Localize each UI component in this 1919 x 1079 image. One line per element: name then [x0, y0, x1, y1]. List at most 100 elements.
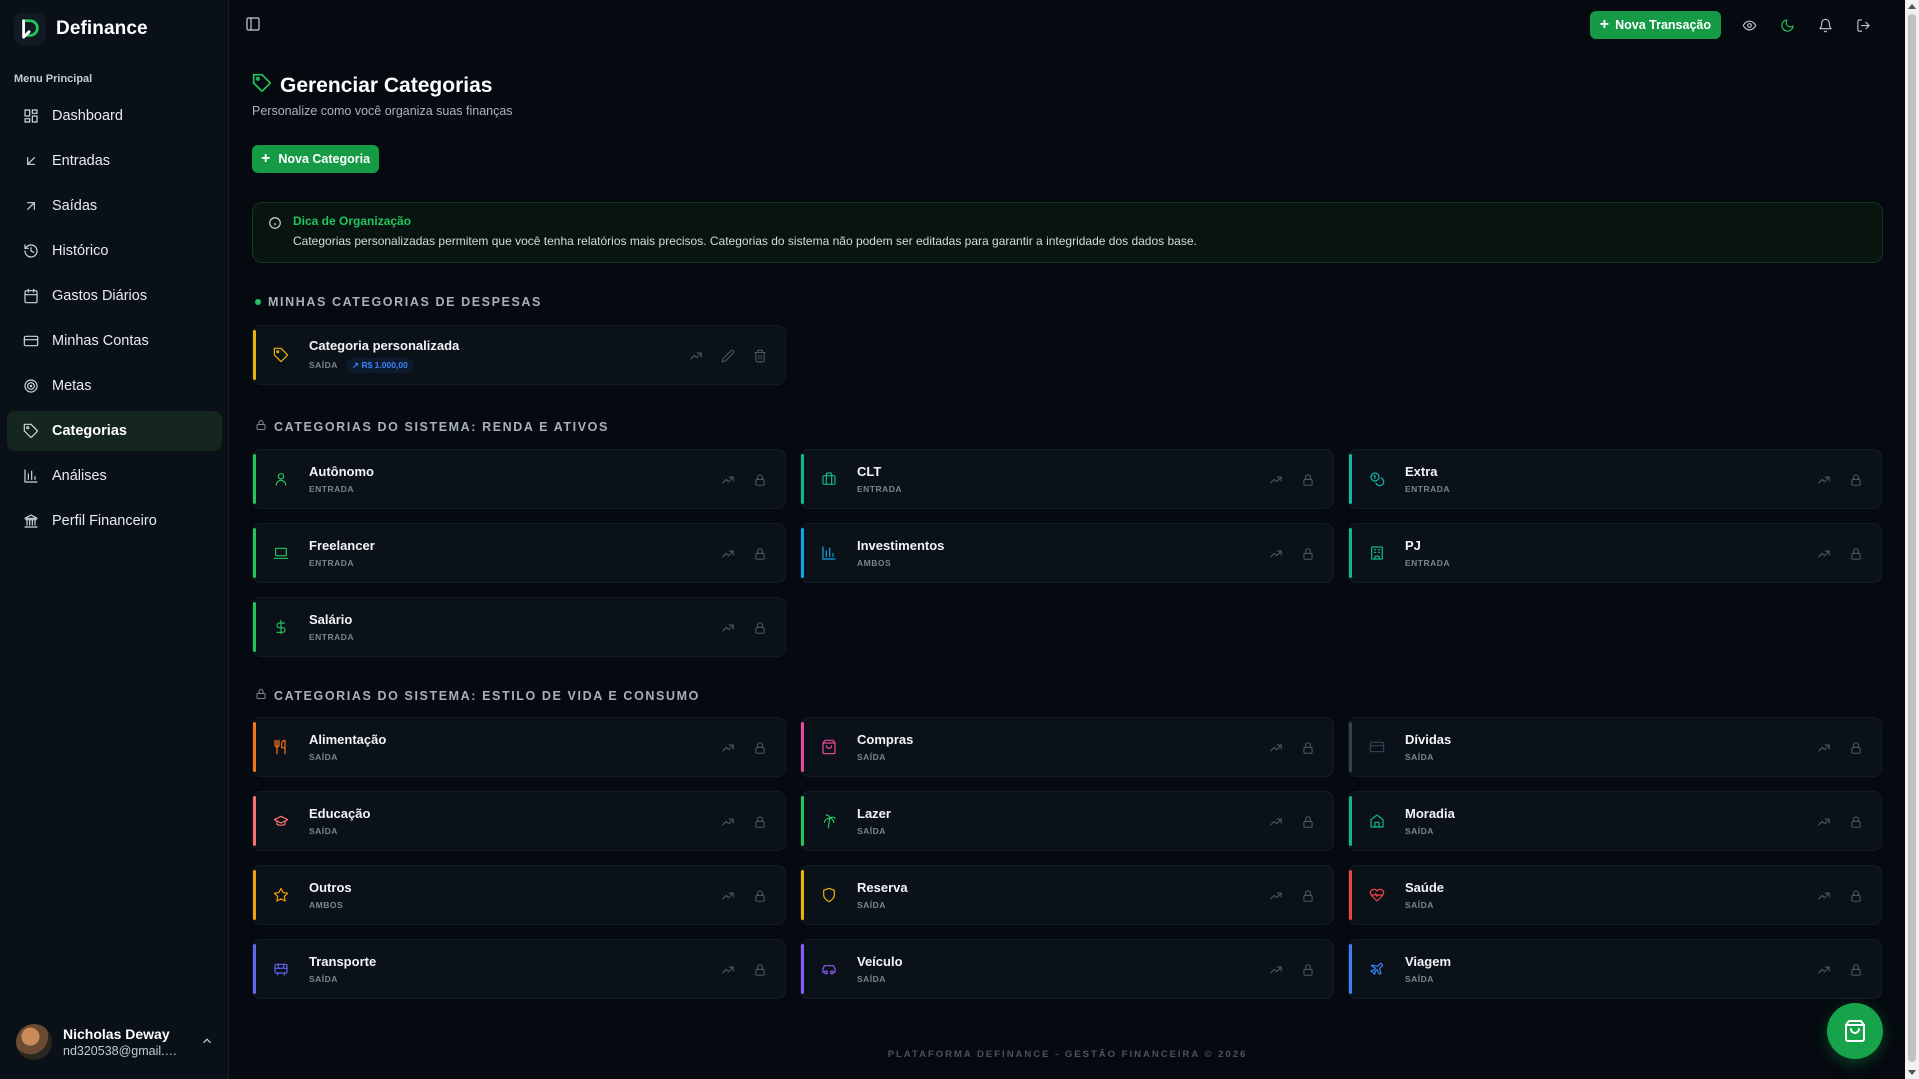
- lock-icon: [1847, 545, 1865, 563]
- category-card-extra[interactable]: Extra ENTRADA: [1348, 449, 1882, 509]
- card-actions: [1815, 961, 1865, 979]
- sidebar-item-entradas[interactable]: Entradas: [7, 141, 222, 181]
- category-card-autonomo[interactable]: Autônomo ENTRADA: [252, 449, 786, 509]
- lock-icon: [255, 688, 267, 703]
- trend-icon[interactable]: [719, 471, 737, 489]
- sidebar-item-analises[interactable]: Análises: [7, 456, 222, 496]
- sidebar-item-categorias[interactable]: Categorias: [7, 411, 222, 451]
- sidebar-item-label: Histórico: [52, 243, 109, 259]
- category-card-moradia[interactable]: Moradia SAÍDA: [1348, 791, 1882, 851]
- scrollbar[interactable]: [1905, 0, 1919, 1079]
- sidebar-item-saidas[interactable]: Saídas: [7, 186, 222, 226]
- category-card-saude[interactable]: Saúde SAÍDA: [1348, 865, 1882, 925]
- logout-icon[interactable]: [1853, 15, 1873, 35]
- trend-icon[interactable]: [719, 887, 737, 905]
- category-card-compras[interactable]: Compras SAÍDA: [800, 717, 1334, 777]
- tip-text: Categorias personalizadas permitem que v…: [293, 234, 1197, 248]
- category-name: Lazer: [857, 806, 891, 821]
- category-name: Categoria personalizada: [309, 337, 460, 353]
- sidebar-item-label: Categorias: [52, 423, 127, 439]
- category-card-dividas[interactable]: Dívidas SAÍDA: [1348, 717, 1882, 777]
- section-title: MINHAS CATEGORIAS DE DESPESAS: [268, 295, 542, 309]
- edit-icon[interactable]: [719, 347, 737, 365]
- scroll-up-icon[interactable]: [1908, 4, 1916, 9]
- sidebar-item-dashboard[interactable]: Dashboard: [7, 96, 222, 136]
- lock-icon: [1299, 887, 1317, 905]
- trend-icon[interactable]: [687, 347, 705, 365]
- category-card-transporte[interactable]: Transporte SAÍDA: [252, 939, 786, 999]
- category-type: AMBOS: [857, 558, 892, 568]
- category-card-freelancer[interactable]: Freelancer ENTRADA: [252, 523, 786, 583]
- card-actions: [1815, 545, 1865, 563]
- sidebar-toggle-icon[interactable]: [245, 16, 263, 34]
- card-actions: [1815, 887, 1865, 905]
- trash-icon[interactable]: [751, 347, 769, 365]
- category-card-veiculo[interactable]: Veículo SAÍDA: [800, 939, 1334, 999]
- section-lifestyle-heading: CATEGORIAS DO SISTEMA: ESTILO DE VIDA E …: [255, 688, 700, 703]
- category-name: Reserva: [857, 880, 908, 895]
- topbar-actions: + Nova Transação: [1589, 11, 1873, 39]
- category-card-salario[interactable]: Salário ENTRADA: [252, 597, 786, 657]
- card-actions: [719, 961, 769, 979]
- arrow-down-left-icon: [22, 152, 40, 170]
- trend-icon[interactable]: [1267, 813, 1285, 831]
- category-card-categoria-personalizada[interactable]: Categoria personalizada SAÍDA ↗ R$ 1.000…: [252, 325, 786, 385]
- category-card-reserva[interactable]: Reserva SAÍDA: [800, 865, 1334, 925]
- trend-icon[interactable]: [719, 619, 737, 637]
- card-actions: [687, 347, 769, 365]
- new-transaction-button[interactable]: + Nova Transação: [1589, 11, 1721, 39]
- sidebar-item-gastos-diarios[interactable]: Gastos Diários: [7, 276, 222, 316]
- lock-icon: [751, 961, 769, 979]
- shopping-bag-fab[interactable]: [1827, 1003, 1883, 1059]
- trend-icon[interactable]: [1815, 739, 1833, 757]
- category-type: SAÍDA: [1405, 752, 1434, 762]
- category-card-clt[interactable]: CLT ENTRADA: [800, 449, 1334, 509]
- brand[interactable]: Definance: [14, 12, 148, 46]
- trend-icon[interactable]: [1267, 545, 1285, 563]
- tag-icon: [252, 73, 272, 98]
- scroll-down-icon[interactable]: [1908, 1070, 1916, 1075]
- category-name: CLT: [857, 464, 882, 479]
- heart-pulse-icon: [1368, 886, 1386, 904]
- new-category-button[interactable]: + Nova Categoria: [252, 145, 380, 173]
- budget-value: R$ 1.000,00: [361, 359, 408, 370]
- category-card-lazer[interactable]: Lazer SAÍDA: [800, 791, 1334, 851]
- trend-icon[interactable]: [1267, 471, 1285, 489]
- category-type: SAÍDA: [857, 974, 886, 984]
- trend-icon[interactable]: [1267, 961, 1285, 979]
- trend-icon[interactable]: [1815, 887, 1833, 905]
- trend-icon[interactable]: [1267, 887, 1285, 905]
- sidebar-item-metas[interactable]: Metas: [7, 366, 222, 406]
- eye-icon[interactable]: [1739, 15, 1759, 35]
- trend-icon[interactable]: [719, 739, 737, 757]
- lock-icon: [751, 739, 769, 757]
- trend-icon[interactable]: [719, 545, 737, 563]
- trend-icon[interactable]: [1815, 471, 1833, 489]
- card-actions: [1815, 739, 1865, 757]
- user-menu[interactable]: Nicholas Deway nd320538@gmail.com: [16, 1020, 216, 1064]
- category-card-investimentos[interactable]: Investimentos AMBOS: [800, 523, 1334, 583]
- bell-icon[interactable]: [1815, 15, 1835, 35]
- sidebar-item-perfil-financeiro[interactable]: Perfil Financeiro: [7, 501, 222, 541]
- chevron-up-icon[interactable]: [200, 1034, 216, 1050]
- trend-icon[interactable]: [1815, 545, 1833, 563]
- lock-icon: [1299, 961, 1317, 979]
- trend-icon[interactable]: [719, 961, 737, 979]
- sidebar-item-minhas-contas[interactable]: Minhas Contas: [7, 321, 222, 361]
- trend-icon[interactable]: [1815, 813, 1833, 831]
- trend-icon[interactable]: [1815, 961, 1833, 979]
- category-name: Alimentação: [309, 732, 387, 747]
- category-card-viagem[interactable]: Viagem SAÍDA: [1348, 939, 1882, 999]
- moon-icon[interactable]: [1777, 15, 1797, 35]
- sidebar-menu: Dashboard Entradas Saídas Histórico Gast…: [7, 96, 222, 546]
- category-card-educacao[interactable]: Educação SAÍDA: [252, 791, 786, 851]
- category-type: SAÍDA: [1405, 826, 1434, 836]
- section-title: CATEGORIAS DO SISTEMA: ESTILO DE VIDA E …: [274, 688, 700, 703]
- scroll-thumb[interactable]: [1908, 14, 1916, 1062]
- category-card-pj[interactable]: PJ ENTRADA: [1348, 523, 1882, 583]
- category-card-outros[interactable]: Outros AMBOS: [252, 865, 786, 925]
- sidebar-item-historico[interactable]: Histórico: [7, 231, 222, 271]
- trend-icon[interactable]: [719, 813, 737, 831]
- trend-icon[interactable]: [1267, 739, 1285, 757]
- category-card-alimentacao[interactable]: Alimentação SAÍDA: [252, 717, 786, 777]
